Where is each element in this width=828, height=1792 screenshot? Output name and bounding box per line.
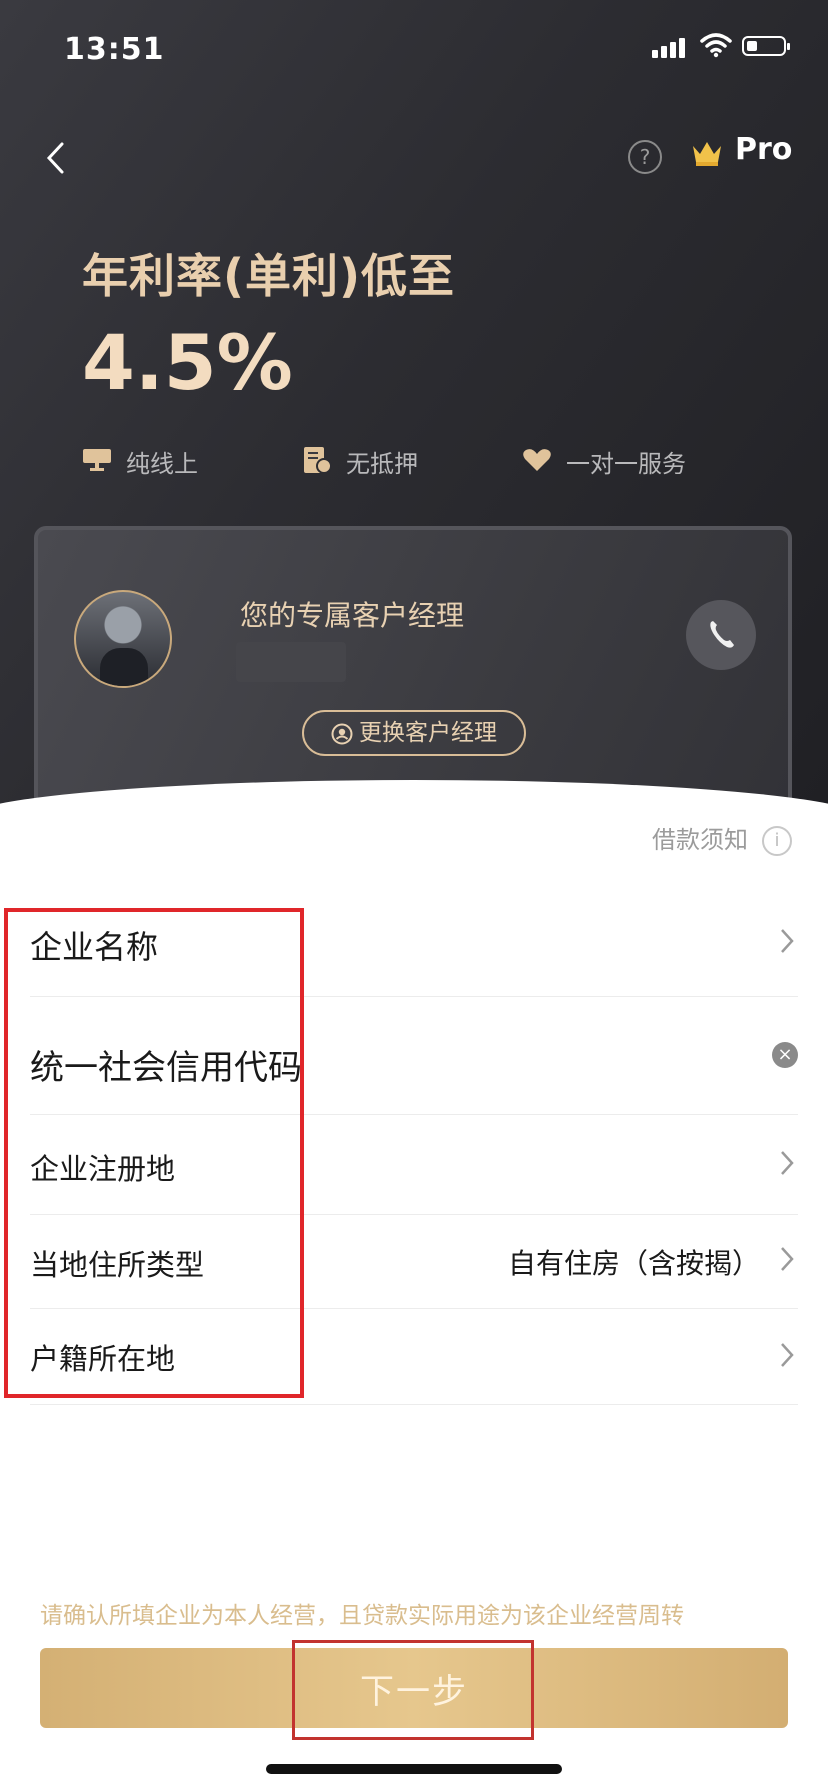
no-collateral-icon	[302, 446, 332, 484]
feature-label: 纯线上	[126, 450, 198, 478]
monitor-icon	[82, 447, 112, 483]
user-circle-icon	[331, 723, 353, 744]
residence-type-value: 自有住房（含按揭）	[507, 1247, 760, 1280]
manager-card: 您的专属客户经理 更换客户经理	[34, 526, 792, 820]
call-manager-button[interactable]	[686, 600, 756, 670]
manager-avatar	[74, 590, 172, 688]
manager-name-redacted	[236, 642, 346, 682]
wifi-icon	[700, 32, 732, 62]
clear-input-icon[interactable]: ×	[772, 1042, 798, 1068]
back-button[interactable]	[44, 140, 74, 180]
feature-one-on-one: 一对一服务	[522, 446, 686, 482]
hero-section: 13:51 ? Pro 年利率(单利)低至 4.5% 纯线上 无抵押 一对一服务…	[0, 0, 828, 820]
annotation-highlight-form-labels	[4, 908, 304, 1398]
loan-notice-label: 借款须知	[652, 826, 748, 854]
change-manager-button[interactable]: 更换客户经理	[302, 710, 526, 756]
feature-label: 一对一服务	[566, 450, 686, 478]
feature-label: 无抵押	[346, 450, 418, 478]
chevron-right-icon	[780, 928, 794, 958]
annotation-highlight-next-button	[292, 1640, 534, 1740]
phone-icon	[710, 621, 734, 648]
manager-label: 您的专属客户经理	[240, 599, 465, 632]
change-manager-label: 更换客户经理	[359, 720, 497, 746]
hero-title: 年利率(单利)低至	[82, 249, 456, 303]
chevron-right-icon	[780, 1150, 794, 1180]
info-icon: i	[762, 826, 792, 856]
chevron-left-icon	[46, 142, 64, 174]
battery-icon	[742, 36, 790, 56]
home-indicator[interactable]	[266, 1764, 562, 1774]
feature-no-collateral: 无抵押	[302, 446, 418, 482]
loan-notice-link[interactable]: 借款须知 i	[652, 824, 792, 856]
status-time: 13:51	[64, 32, 165, 67]
confirmation-text: 请确认所填企业为本人经营，且贷款实际用途为该企业经营周转	[40, 1603, 684, 1629]
heart-service-icon	[522, 447, 552, 483]
feature-online: 纯线上	[82, 446, 198, 482]
crown-icon	[690, 138, 724, 170]
chevron-right-icon	[780, 1246, 794, 1276]
interest-rate: 4.5%	[82, 318, 293, 407]
chevron-right-icon	[780, 1342, 794, 1372]
pro-label[interactable]: Pro	[735, 132, 792, 167]
signal-icon	[652, 38, 688, 58]
help-icon[interactable]: ?	[628, 140, 662, 174]
status-bar: 13:51	[0, 30, 828, 70]
